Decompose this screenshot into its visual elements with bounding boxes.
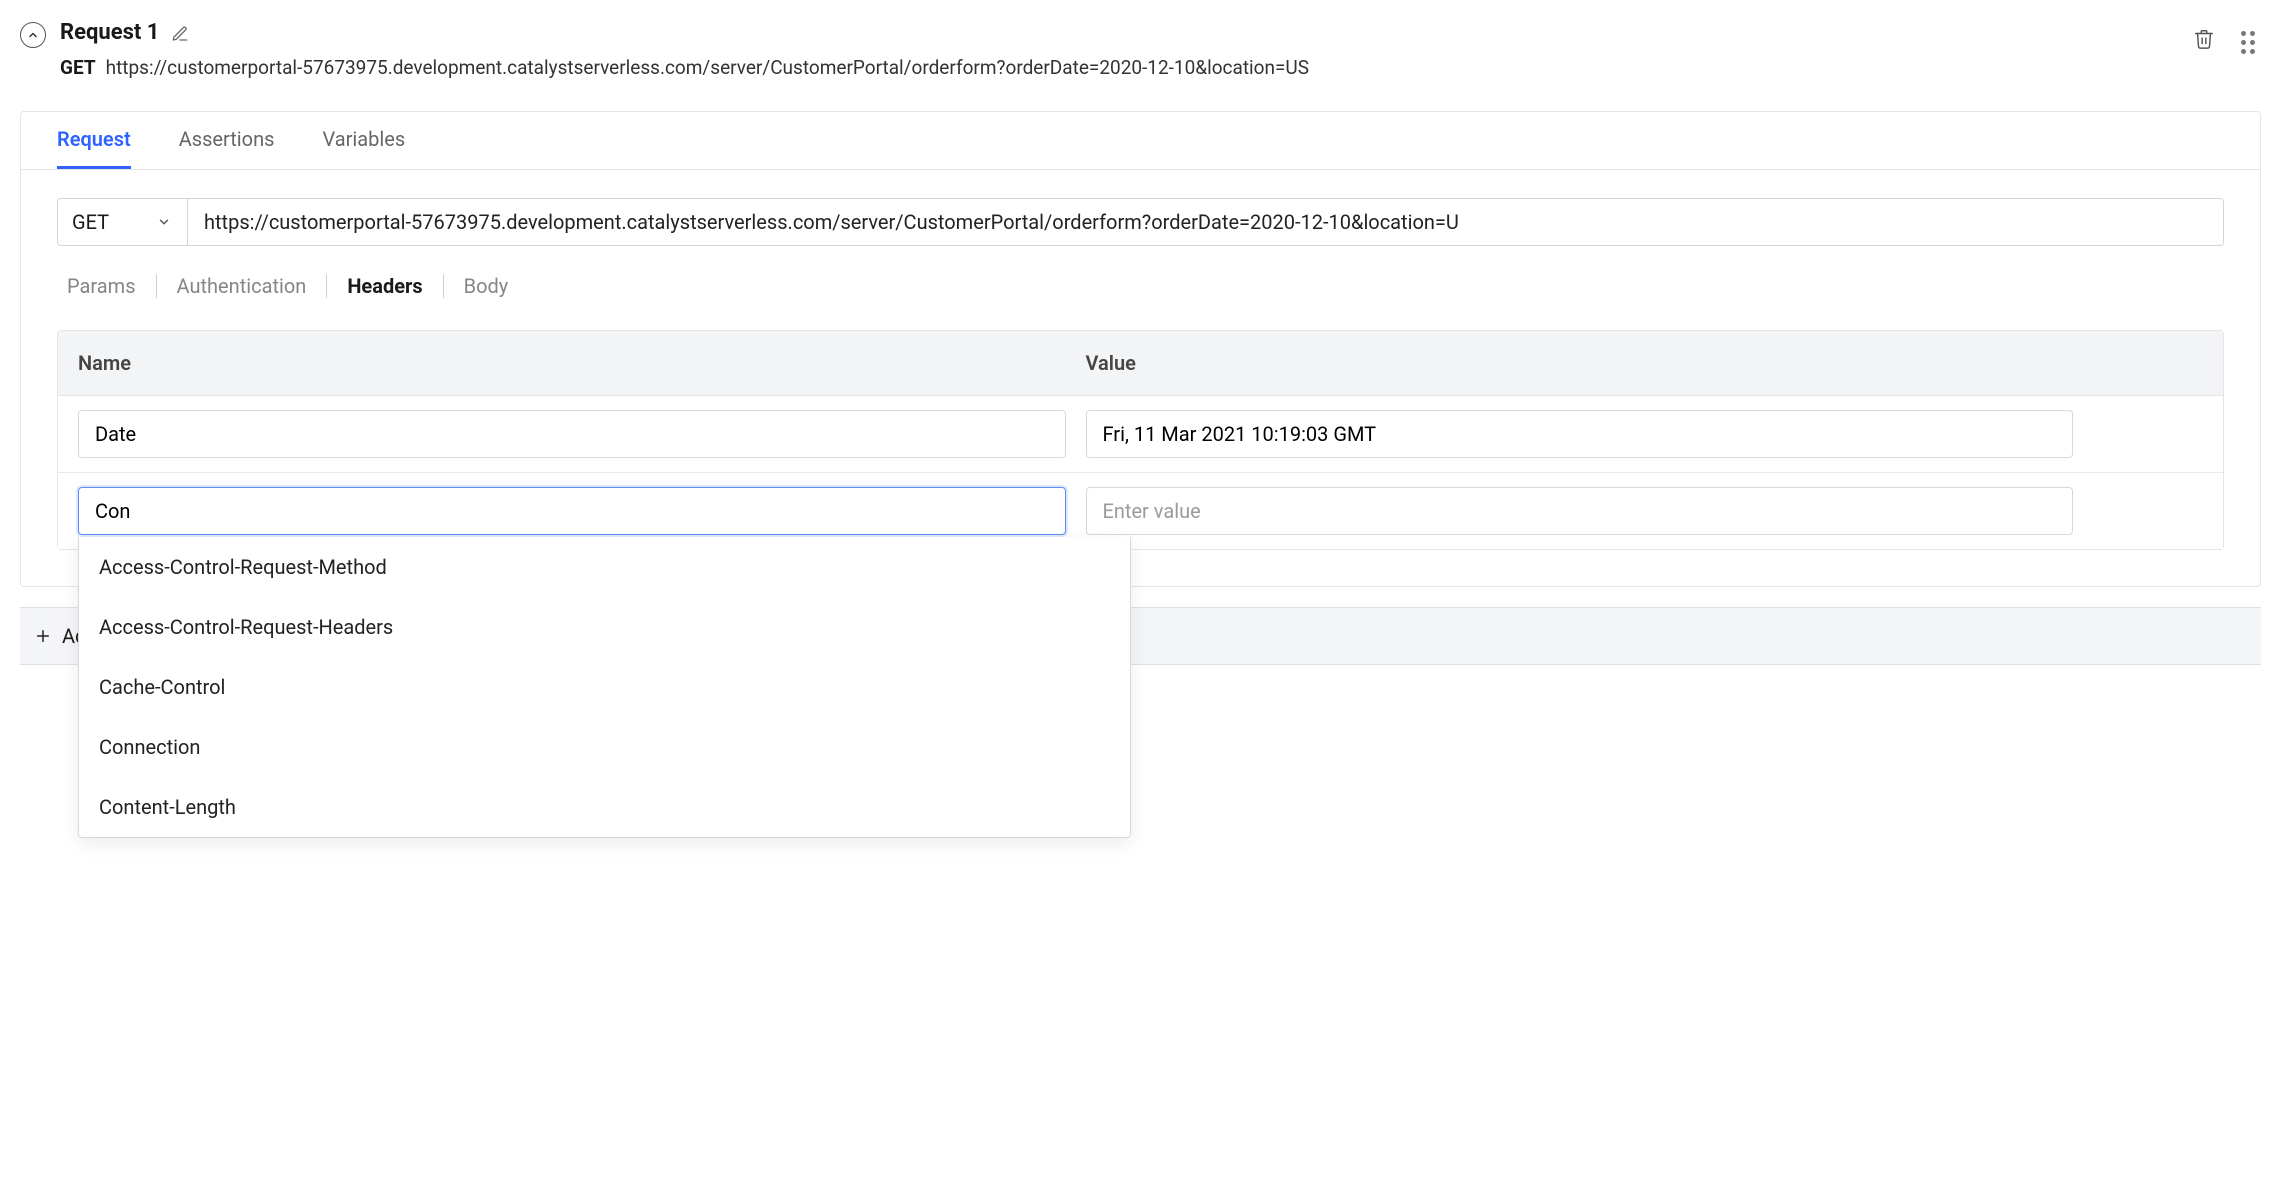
column-value: Value bbox=[1086, 349, 2094, 377]
url-label: https://customerportal-57673975.developm… bbox=[106, 55, 1309, 82]
header-name-input[interactable] bbox=[78, 410, 1066, 458]
url-input[interactable] bbox=[188, 199, 2223, 245]
header-value-input-editing[interactable] bbox=[1086, 487, 2074, 535]
table-row: Access-Control-Request-Method Access-Con… bbox=[58, 473, 2223, 549]
autocomplete-item[interactable]: Connection bbox=[79, 717, 1130, 777]
delete-icon[interactable] bbox=[2193, 28, 2215, 58]
request-card: Request Assertions Variables GET Params … bbox=[20, 111, 2261, 587]
column-name: Name bbox=[78, 349, 1086, 377]
collapse-toggle[interactable] bbox=[20, 22, 46, 48]
autocomplete-dropdown: Access-Control-Request-Method Access-Con… bbox=[78, 537, 1131, 838]
tab-assertions[interactable]: Assertions bbox=[179, 112, 275, 169]
chevron-down-icon bbox=[157, 215, 171, 229]
table-row bbox=[58, 396, 2223, 473]
tab-variables[interactable]: Variables bbox=[322, 112, 405, 169]
header-name-input-editing[interactable] bbox=[78, 487, 1066, 535]
method-select[interactable]: GET bbox=[58, 199, 188, 245]
autocomplete-item[interactable]: Access-Control-Request-Headers bbox=[79, 597, 1130, 657]
subtab-authentication[interactable]: Authentication bbox=[157, 272, 327, 300]
header-value-input[interactable] bbox=[1086, 410, 2074, 458]
tab-request[interactable]: Request bbox=[57, 112, 131, 169]
edit-title-icon[interactable] bbox=[171, 24, 189, 42]
method-label: GET bbox=[60, 55, 96, 82]
autocomplete-item[interactable]: Content-Length bbox=[79, 777, 1130, 837]
plus-icon bbox=[34, 627, 52, 645]
headers-table: Name Value Access-Control-R bbox=[57, 330, 2224, 550]
drag-handle-icon[interactable] bbox=[2241, 31, 2255, 54]
subtab-params[interactable]: Params bbox=[57, 272, 156, 300]
subtab-headers[interactable]: Headers bbox=[327, 272, 442, 300]
subtab-body[interactable]: Body bbox=[444, 272, 529, 300]
autocomplete-item[interactable]: Cache-Control bbox=[79, 657, 1130, 717]
request-title: Request 1 bbox=[60, 18, 159, 49]
autocomplete-item[interactable]: Access-Control-Request-Method bbox=[79, 537, 1130, 597]
method-select-value: GET bbox=[72, 208, 109, 236]
